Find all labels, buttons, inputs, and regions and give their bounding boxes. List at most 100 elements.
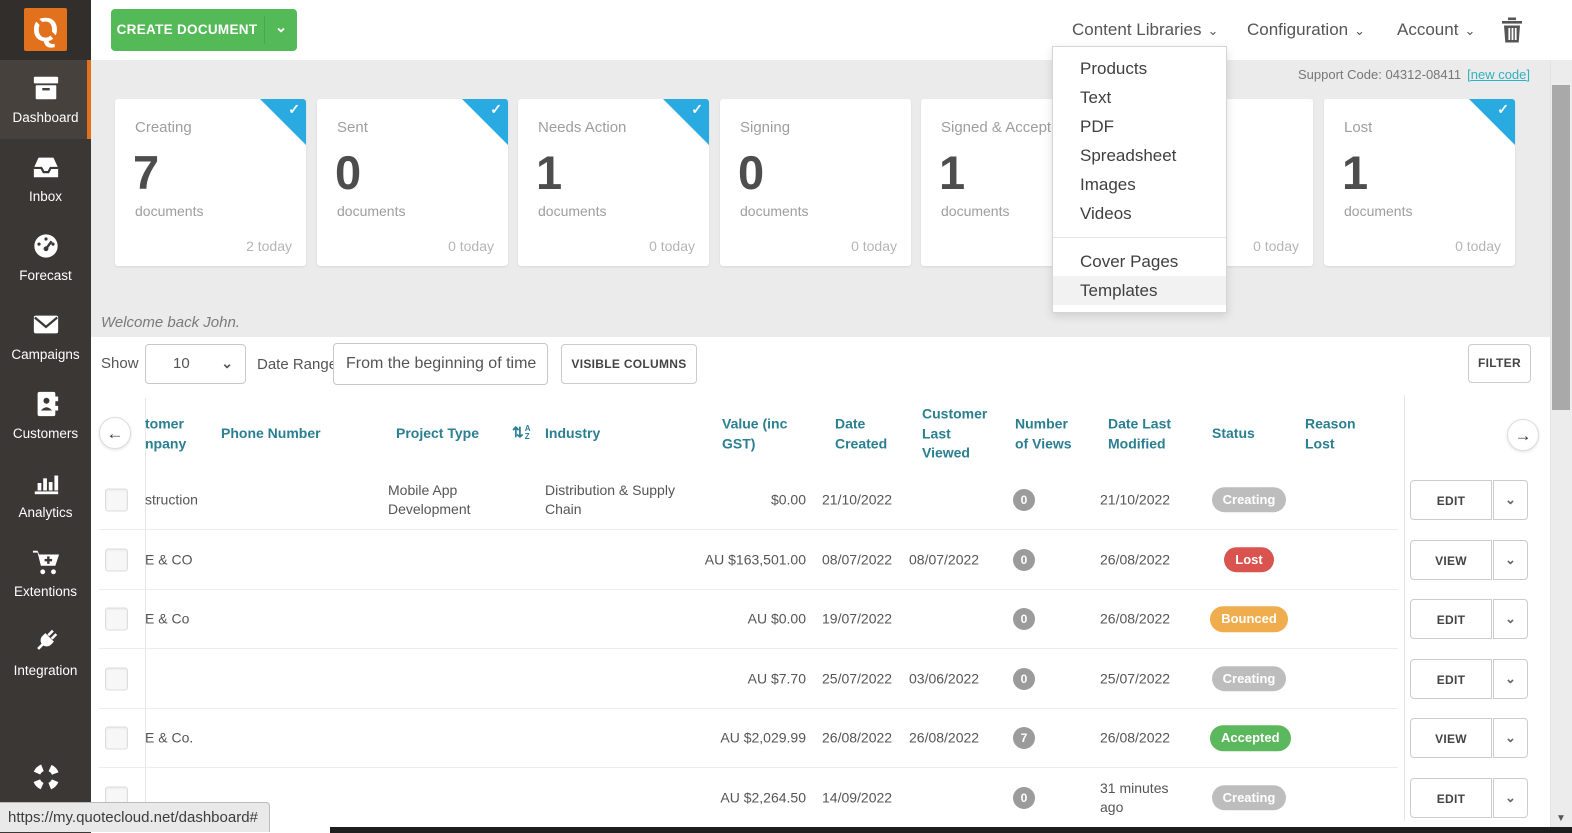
cell-customer-company: E & Co. — [145, 729, 194, 746]
vertical-scrollbar-thumb[interactable] — [1552, 85, 1570, 410]
menu-item-products[interactable]: Products — [1053, 54, 1226, 83]
status-card-sent[interactable]: ✓ Sent 0 documents 0 today — [317, 99, 508, 266]
scrollbar-down-arrow[interactable]: ▼ — [1553, 811, 1569, 827]
menu-item-pdf[interactable]: PDF — [1053, 112, 1226, 141]
table-row: E & Co. AU $2,029.99 26/08/2022 26/08/20… — [0, 709, 1572, 769]
cell-date-created: 08/07/2022 — [822, 551, 893, 568]
action-dropdown-toggle[interactable]: ⌄ — [1493, 658, 1528, 699]
help-button[interactable] — [0, 762, 91, 795]
view-button[interactable]: VIEW — [1410, 539, 1492, 580]
menu-item-text[interactable]: Text — [1053, 83, 1226, 112]
card-count: 1 — [1342, 146, 1369, 199]
card-count: 0 — [738, 146, 765, 199]
views-count-badge: 0 — [1013, 548, 1035, 571]
status-card-creating[interactable]: ✓ Creating 7 documents 2 today — [115, 99, 306, 266]
date-range-input[interactable] — [333, 343, 548, 385]
col-header-reason-lost[interactable]: Reason Lost — [1305, 414, 1361, 453]
nav-configuration[interactable]: Configuration ⌄ — [1247, 0, 1365, 60]
chevron-down-icon: ⌄ — [221, 355, 233, 371]
edit-button[interactable]: EDIT — [1410, 658, 1492, 699]
edit-button[interactable]: EDIT — [1410, 599, 1492, 640]
row-checkbox[interactable] — [105, 548, 128, 572]
col-header-customer-company[interactable]: tomer npany — [145, 414, 205, 453]
menu-item-images[interactable]: Images — [1053, 170, 1226, 199]
col-header-phone-number[interactable]: Phone Number — [221, 424, 341, 444]
sidebar-item-forecast[interactable]: Forecast — [0, 218, 91, 297]
sort-alpha-icon[interactable]: ⇅ A Z — [512, 424, 531, 441]
sidebar-item-label: Integration — [13, 663, 78, 678]
action-dropdown-toggle[interactable]: ⌄ — [1493, 718, 1528, 759]
cell-customer-last-viewed: 03/06/2022 — [909, 670, 980, 687]
status-badge: Accepted — [1210, 725, 1291, 752]
menu-item-videos[interactable]: Videos — [1053, 199, 1226, 228]
row-checkbox[interactable] — [105, 726, 128, 750]
views-count-badge: 7 — [1013, 727, 1035, 750]
status-card-needs-action[interactable]: ✓ Needs Action 1 documents 0 today — [518, 99, 709, 266]
cell-date-created: 19/07/2022 — [822, 610, 893, 627]
row-actions: EDIT ⌄ — [1410, 777, 1528, 818]
cell-date-created: 26/08/2022 — [822, 729, 893, 746]
new-code-link[interactable]: [new code] — [1467, 67, 1530, 82]
sidebar-item-extentions[interactable]: Extentions — [0, 534, 91, 613]
chevron-down-icon: ⌄ — [1354, 23, 1366, 38]
action-dropdown-toggle[interactable]: ⌄ — [1493, 479, 1528, 520]
cell-customer-company: struction — [145, 491, 198, 508]
col-header-number-of-views[interactable]: Number of Views — [1015, 414, 1073, 453]
row-checkbox[interactable] — [105, 607, 128, 631]
filter-button[interactable]: FILTER — [1468, 344, 1531, 383]
card-today: 0 today — [851, 238, 897, 254]
sidebar-item-label: Customers — [12, 426, 79, 441]
row-checkbox[interactable] — [105, 488, 128, 512]
col-header-date-last-modified[interactable]: Date Last Modified — [1108, 414, 1178, 453]
col-header-value[interactable]: Value (inc GST) — [722, 414, 792, 453]
scroll-columns-left-button[interactable]: ← — [99, 417, 131, 449]
sidebar-item-dashboard[interactable]: Dashboard — [0, 60, 91, 139]
nav-account-label: Account — [1397, 20, 1459, 39]
cell-customer-company: E & CO — [145, 551, 193, 568]
col-header-date-created[interactable]: Date Created — [835, 414, 893, 453]
cell-date-last-modified: 21/10/2022 — [1100, 491, 1171, 508]
action-dropdown-toggle[interactable]: ⌄ — [1493, 777, 1528, 818]
sidebar-item-customers[interactable]: Customers — [0, 376, 91, 455]
col-header-project-type[interactable]: Project Type — [396, 424, 496, 444]
plug-icon — [30, 629, 62, 658]
trash-icon[interactable] — [1501, 17, 1523, 43]
sidebar-item-campaigns[interactable]: Campaigns — [0, 297, 91, 376]
action-dropdown-toggle[interactable]: ⌄ — [1493, 539, 1528, 580]
nav-account[interactable]: Account ⌄ — [1397, 0, 1475, 60]
menu-item-cover-pages[interactable]: Cover Pages — [1053, 247, 1226, 276]
col-header-status[interactable]: Status — [1212, 424, 1264, 444]
views-count-badge: 0 — [1013, 488, 1035, 511]
edit-button[interactable]: EDIT — [1410, 479, 1492, 520]
col-header-industry[interactable]: Industry — [545, 424, 645, 444]
app-logo[interactable]: Q — [0, 0, 91, 60]
chevron-down-icon[interactable]: ⌄ — [265, 9, 297, 51]
scroll-columns-right-button[interactable]: → — [1507, 419, 1539, 451]
create-document-label: CREATE DOCUMENT — [116, 22, 258, 37]
card-count: 7 — [133, 146, 160, 199]
create-document-button[interactable]: CREATE DOCUMENT ⌄ — [111, 9, 297, 51]
row-actions: EDIT ⌄ — [1410, 658, 1528, 699]
cart-plus-icon — [30, 550, 62, 579]
visible-columns-button[interactable]: VISIBLE COLUMNS — [561, 344, 697, 384]
show-page-size-select[interactable]: 10 ⌄ — [145, 344, 246, 384]
action-dropdown-toggle[interactable]: ⌄ — [1493, 599, 1528, 640]
sidebar-item-inbox[interactable]: Inbox — [0, 139, 91, 218]
edit-button[interactable]: EDIT — [1410, 777, 1492, 818]
sidebar-item-label: Forecast — [19, 268, 72, 283]
table-row: E & CO AU $163,501.00 08/07/2022 08/07/2… — [0, 530, 1572, 590]
quotecloud-logo-icon: Q — [24, 8, 67, 51]
status-card-lost[interactable]: ✓ Lost 1 documents 0 today — [1324, 99, 1515, 266]
sidebar-item-integration[interactable]: Integration — [0, 613, 91, 692]
menu-item-spreadsheet[interactable]: Spreadsheet — [1053, 141, 1226, 170]
status-badge: Creating — [1211, 486, 1287, 513]
status-card-signing[interactable]: Signing 0 documents 0 today — [720, 99, 911, 266]
table-row: E & Co AU $0.00 19/07/2022 0 26/08/2022 … — [0, 590, 1572, 650]
view-button[interactable]: VIEW — [1410, 718, 1492, 759]
col-header-customer-last-viewed[interactable]: Customer Last Viewed — [922, 405, 992, 464]
sidebar-item-analytics[interactable]: Analytics — [0, 455, 91, 534]
views-count-badge: 0 — [1013, 786, 1035, 809]
row-checkbox[interactable] — [105, 667, 128, 691]
menu-item-templates[interactable]: Templates — [1053, 276, 1226, 305]
cell-date-last-modified: 26/08/2022 — [1100, 610, 1171, 627]
